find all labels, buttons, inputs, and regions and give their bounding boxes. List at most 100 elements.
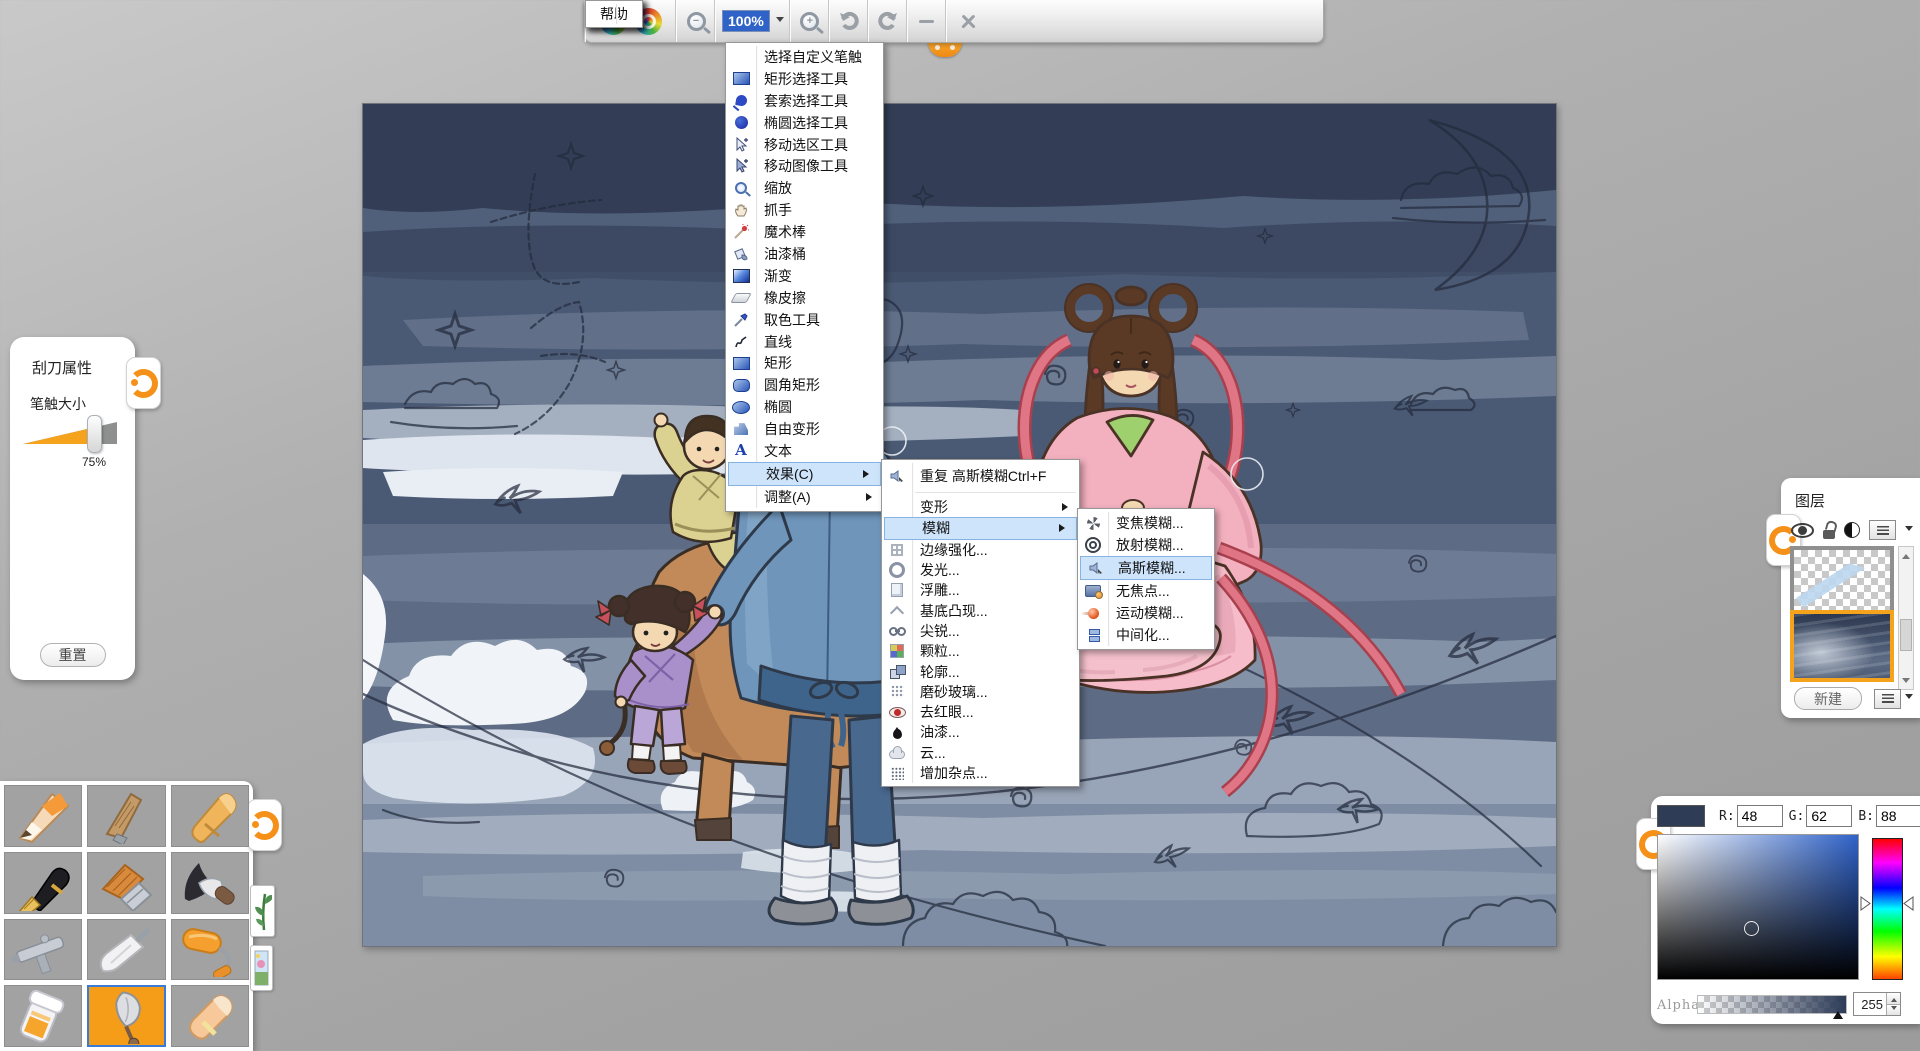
layer-options-button[interactable]	[1869, 520, 1896, 540]
undo-button[interactable]	[829, 0, 868, 42]
hue-arrow-right[interactable]	[1903, 896, 1914, 911]
chevron-down-icon[interactable]	[1905, 526, 1913, 535]
tools-menu-item[interactable]: 魔术棒	[726, 221, 883, 243]
palette-tool-paint-brush[interactable]	[87, 852, 165, 914]
palette-tool-pencil[interactable]	[4, 785, 82, 847]
layer-item-sky-selected[interactable]	[1790, 610, 1894, 682]
tools-dropdown-menu: 选择自定义笔触 矩形选择工具 套索选择工具 椭圆选择工具 移动选区工具 移动图像…	[725, 42, 884, 512]
bamboo-stamp-button[interactable]	[250, 885, 275, 937]
effects-menu-item[interactable]: 尖锐...	[882, 621, 1079, 641]
palette-tool-palette-knife[interactable]	[87, 919, 165, 981]
zoom-in-button[interactable]: +	[790, 0, 829, 42]
zoom-out-button[interactable]: −	[676, 0, 715, 42]
effects-menu-item-repeat[interactable]: 重复 高斯模糊 Ctrl+F	[882, 463, 1079, 489]
effects-menu-item[interactable]: 基底凸现...	[882, 600, 1079, 620]
alpha-value-spinner[interactable]: 255	[1853, 992, 1901, 1016]
out-of-focus-icon	[1078, 580, 1108, 602]
zoom-dropdown-caret[interactable]	[776, 17, 784, 26]
hue-strip[interactable]	[1872, 838, 1903, 980]
brush-size-slider[interactable]	[23, 422, 117, 444]
layer-item-stroke[interactable]	[1790, 546, 1894, 610]
slider-handle[interactable]	[87, 415, 102, 453]
blur-menu-item[interactable]: 变焦模糊...	[1078, 512, 1214, 534]
r-value-input[interactable]	[1737, 805, 1783, 827]
effects-menu-item[interactable]: 颗粒...	[882, 641, 1079, 661]
tools-menu-item[interactable]: 椭圆选择工具	[726, 112, 883, 134]
zoom-level-value[interactable]: 100%	[722, 10, 770, 32]
tools-menu-item[interactable]: 直线	[726, 331, 883, 353]
menu-help[interactable]: 帮助	[585, 0, 643, 28]
tools-menu-item[interactable]: 橡皮擦	[726, 287, 883, 309]
effects-menu-item[interactable]: 边缘强化...	[882, 540, 1079, 560]
b-value-input[interactable]	[1876, 805, 1920, 827]
new-layer-button[interactable]: 新建	[1794, 687, 1862, 710]
effects-menu-item[interactable]: 去红眼...	[882, 702, 1079, 722]
minimize-button[interactable]	[907, 0, 946, 42]
tools-menu-item[interactable]: 取色工具	[726, 309, 883, 331]
alpha-down-button[interactable]	[1887, 1005, 1900, 1016]
tools-menu-item[interactable]: 移动图像工具	[726, 155, 883, 177]
effects-menu-item[interactable]: 云...	[882, 743, 1079, 763]
effects-menu-item[interactable]: 增加杂点...	[882, 763, 1079, 783]
palette-tool-ink-brush[interactable]	[171, 852, 249, 914]
tools-menu-item[interactable]: 抓手	[726, 199, 883, 221]
alpha-marker-icon[interactable]	[1833, 1006, 1843, 1019]
palette-tool-scraper-knife-selected[interactable]	[87, 985, 165, 1047]
palette-tool-airbrush[interactable]	[4, 919, 82, 981]
palette-tool-paint-roller[interactable]	[171, 919, 249, 981]
g-value-input[interactable]	[1806, 805, 1852, 827]
effects-menu-item-blur[interactable]: 模糊	[884, 517, 1077, 539]
tools-menu-item[interactable]: 渐变	[726, 265, 883, 287]
tools-menu-item[interactable]: 套索选择工具	[726, 90, 883, 112]
palette-tool-wax-crayon[interactable]	[171, 985, 249, 1047]
tools-menu-item[interactable]: 自由变形	[726, 418, 883, 440]
visibility-eye-icon[interactable]	[1791, 523, 1814, 538]
unlock-icon[interactable]	[1823, 530, 1835, 539]
tools-menu-item-effects[interactable]: 效果(C)	[728, 462, 881, 486]
scroll-up-button[interactable]	[1899, 547, 1913, 561]
alpha-slider[interactable]	[1697, 995, 1847, 1014]
redo-button[interactable]	[868, 0, 907, 42]
palette-tool-wood-pen[interactable]	[87, 785, 165, 847]
scrollbar-thumb[interactable]	[1900, 619, 1912, 651]
tools-menu-item[interactable]: 矩形	[726, 352, 883, 374]
effects-menu-item-transform[interactable]: 变形	[882, 497, 1079, 517]
effects-menu-item[interactable]: 磨砂玻璃...	[882, 682, 1079, 702]
color-marker-circle[interactable]	[1744, 921, 1759, 936]
tools-menu-item[interactable]: 圆角矩形	[726, 374, 883, 396]
tools-menu-item[interactable]: 缩放	[726, 177, 883, 199]
brush-tool-palette	[0, 781, 253, 1051]
blur-menu-item[interactable]: 运动模糊...	[1078, 602, 1214, 624]
layers-scrollbar[interactable]	[1898, 546, 1914, 690]
panel-grip[interactable]	[247, 799, 282, 851]
blur-menu-item[interactable]: 无焦点...	[1078, 580, 1214, 602]
effects-menu-item[interactable]: 浮雕...	[882, 580, 1079, 600]
blend-contrast-icon[interactable]	[1844, 522, 1860, 538]
sticker-picture-button[interactable]	[250, 945, 273, 991]
tools-menu-item[interactable]: 选择自定义笔触	[726, 46, 883, 68]
saturation-value-square[interactable]	[1657, 834, 1859, 980]
palette-tool-paint-jar[interactable]	[4, 985, 82, 1047]
close-button[interactable]	[946, 0, 991, 42]
effects-menu-item[interactable]: 轮廓...	[882, 661, 1079, 681]
palette-tool-crayon[interactable]	[171, 785, 249, 847]
tools-menu-item[interactable]: 椭圆	[726, 396, 883, 418]
blur-menu-item[interactable]: 中间化...	[1078, 624, 1214, 646]
effects-menu-item[interactable]: 油漆...	[882, 722, 1079, 742]
blur-menu-item[interactable]: 放射模糊...	[1078, 534, 1214, 556]
palette-tool-fountain-pen[interactable]	[4, 852, 82, 914]
alpha-up-button[interactable]	[1887, 993, 1900, 1005]
layers-menu-button[interactable]	[1874, 689, 1901, 709]
reset-button[interactable]: 重置	[40, 643, 106, 667]
tools-menu-item[interactable]: 移动选区工具	[726, 134, 883, 156]
tools-menu-item-adjust[interactable]: 调整(A)	[726, 486, 883, 508]
tools-menu-item[interactable]: A文本	[726, 440, 883, 462]
blur-menu-item-gaussian[interactable]: 高斯模糊...	[1080, 556, 1212, 580]
magnifier-plus-icon: +	[800, 12, 819, 31]
zoom-level-field[interactable]: 100%	[715, 0, 790, 42]
hue-arrow-left[interactable]	[1860, 896, 1871, 911]
effects-menu-item[interactable]: 发光...	[882, 560, 1079, 580]
tools-menu-item[interactable]: 油漆桶	[726, 243, 883, 265]
chevron-down-icon[interactable]	[1905, 694, 1913, 703]
tools-menu-item[interactable]: 矩形选择工具	[726, 68, 883, 90]
